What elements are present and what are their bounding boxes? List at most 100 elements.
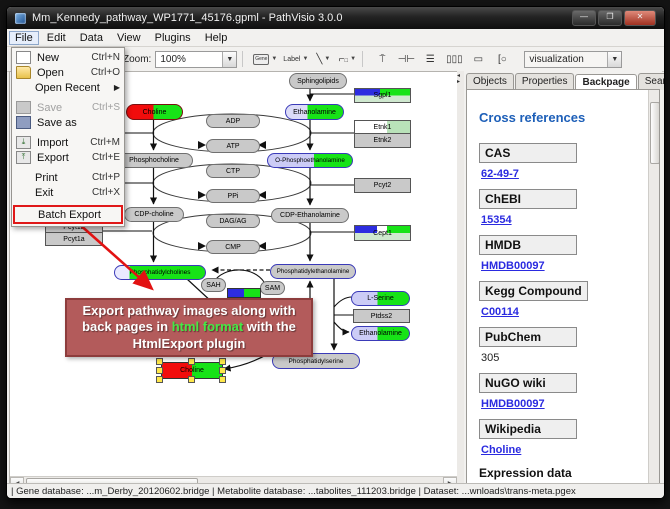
submenu-arrow-icon: ▶ <box>114 83 120 92</box>
file-menu-exit[interactable]: Exit Ctrl+X <box>12 185 124 200</box>
splitter-grip-icon[interactable]: ◂▸ <box>457 73 460 85</box>
zoom-dropdown-icon[interactable]: ▼ <box>222 52 236 67</box>
panel-vscrollbar[interactable] <box>648 90 659 485</box>
file-menu-open-recent[interactable]: Open Recent ▶ <box>12 80 124 95</box>
line-tool-button[interactable]: ╲▼ <box>313 50 333 69</box>
node-cmp[interactable]: CMP <box>206 240 260 254</box>
node-sam[interactable]: SAM <box>260 281 285 295</box>
gene-etnk2[interactable]: Etnk2 <box>354 133 411 148</box>
xref-link-kegg[interactable]: C00114 <box>481 306 519 318</box>
gene-pcyt2[interactable]: Pcyt2 <box>354 178 411 193</box>
node-cdp-ethanolamine[interactable]: CDP-Ethanolamine <box>271 208 349 223</box>
distribute-vertical-button[interactable]: ▯▯▯ <box>444 50 464 69</box>
xref-link-chebi[interactable]: 15354 <box>481 214 512 226</box>
xref-link-wikipedia[interactable]: Choline <box>481 444 521 456</box>
selection-handle[interactable] <box>156 376 163 383</box>
gene-cept1[interactable]: Cept1 <box>354 225 411 241</box>
connector-tool-icon: ⌐□ <box>339 54 348 65</box>
export-icon: ⤒ <box>16 151 31 164</box>
node-ethanolamine-bottom[interactable]: Ethanolamine <box>351 326 410 341</box>
template-button[interactable]: [○ <box>492 50 512 69</box>
selection-handle[interactable] <box>219 376 226 383</box>
gene-pcyt1a[interactable]: Pcyt1a <box>45 232 103 246</box>
file-menu-save[interactable]: Save Ctrl+S <box>12 100 124 115</box>
zoom-label: Zoom: <box>123 54 151 65</box>
distribute-horizontal-button[interactable]: ☰ <box>420 50 440 69</box>
node-ethanolamine[interactable]: Ethanolamine <box>285 104 344 120</box>
node-atp[interactable]: ATP <box>206 139 260 153</box>
close-button[interactable]: ✕ <box>624 10 656 26</box>
node-choline[interactable]: Choline <box>126 104 183 120</box>
selection-handle[interactable] <box>188 376 195 383</box>
node-l-serine[interactable]: L-Serine <box>351 291 410 306</box>
gene-sgpl1[interactable]: Sgpl1 <box>354 88 411 103</box>
connector-tool-button[interactable]: ⌐□▼ <box>337 50 357 69</box>
menu-bar: File Edit Data View Plugins Help <box>7 29 664 47</box>
file-menu-save-as[interactable]: Save as <box>12 115 124 130</box>
backpage-panel: Cross references CAS 62-49-7 ChEBI 15354… <box>466 89 660 486</box>
node-cdp-choline[interactable]: CDP-choline <box>124 207 184 222</box>
common-size-button[interactable]: ▭ <box>468 50 488 69</box>
gene-ptdss2[interactable]: Ptdss2 <box>353 309 410 323</box>
label-tool-button[interactable]: Label▼ <box>282 50 309 69</box>
gene-etnk1[interactable]: Etnk1 <box>354 120 411 135</box>
file-menu-batch-export[interactable]: Batch Export <box>15 207 121 222</box>
panel-splitter[interactable]: ◂▸ <box>457 71 464 488</box>
zoom-combobox[interactable]: 100% ▼ <box>155 51 237 68</box>
screenshot-stage: Mm_Kennedy_pathway_WP1771_45176.gpml - P… <box>0 0 670 509</box>
file-menu-open[interactable]: Open Ctrl+O <box>12 65 124 80</box>
visualization-dropdown-icon[interactable]: ▼ <box>607 52 621 67</box>
align-center-y-icon: ⊣⊢ <box>398 54 415 65</box>
selection-handle[interactable] <box>219 358 226 365</box>
file-menu-import[interactable]: ⤓ Import Ctrl+M <box>12 135 124 150</box>
callout-highlight: html format <box>172 319 244 334</box>
node-phosphatidylcholines[interactable]: Phosphatidylcholines <box>114 265 206 280</box>
annotation-callout: Export pathway images along with back pa… <box>65 298 313 357</box>
node-adp[interactable]: ADP <box>206 114 260 128</box>
selection-handle[interactable] <box>188 358 195 365</box>
open-folder-icon <box>16 66 31 79</box>
panel-vscroll-thumb[interactable] <box>650 102 660 164</box>
tab-search[interactable]: Search <box>638 73 665 90</box>
xref-db-name: HMDB <box>479 235 577 255</box>
new-file-icon <box>16 51 31 64</box>
app-icon <box>15 13 26 24</box>
menu-file[interactable]: File <box>9 31 39 45</box>
tab-properties[interactable]: Properties <box>515 73 575 90</box>
selection-handle[interactable] <box>156 367 163 374</box>
node-phosphatidylethanolamine[interactable]: Phosphatidylethanolamine <box>270 264 356 279</box>
node-sah[interactable]: SAH <box>201 278 226 292</box>
file-menu-print[interactable]: Print Ctrl+P <box>12 170 124 185</box>
xref-db-name: Kegg Compound <box>479 281 588 301</box>
line-tool-icon: ╲ <box>316 54 322 65</box>
node-dag[interactable]: DAG/AG <box>206 214 260 228</box>
node-choline-selected[interactable]: Choline <box>161 362 223 379</box>
node-ctp[interactable]: CTP <box>206 164 260 178</box>
selection-handle[interactable] <box>219 367 226 374</box>
menu-data[interactable]: Data <box>74 31 109 45</box>
menu-help[interactable]: Help <box>199 31 234 45</box>
tab-objects[interactable]: Objects <box>466 73 514 90</box>
file-menu-export[interactable]: ⤒ Export Ctrl+E <box>12 150 124 165</box>
xref-link-nugo[interactable]: HMDB00097 <box>481 398 545 410</box>
selection-handle[interactable] <box>156 358 163 365</box>
menu-edit[interactable]: Edit <box>41 31 72 45</box>
align-center-x-button[interactable]: ⍑ <box>372 50 392 69</box>
menu-plugins[interactable]: Plugins <box>149 31 197 45</box>
node-ppi[interactable]: PPi <box>206 189 260 203</box>
gene-pemt-partial[interactable] <box>227 288 261 298</box>
maximize-button[interactable]: ❐ <box>598 10 622 26</box>
title-bar[interactable]: Mm_Kennedy_pathway_WP1771_45176.gpml - P… <box>7 7 664 29</box>
node-phosphocholine[interactable]: Phosphocholine <box>115 153 193 168</box>
datanode-tool-button[interactable]: Gene▼ <box>252 50 278 69</box>
menu-view[interactable]: View <box>111 31 147 45</box>
cross-references-heading: Cross references <box>479 110 649 125</box>
node-sphingolipids[interactable]: Sphingolipids <box>289 73 347 89</box>
visualization-combobox[interactable]: visualization ▼ <box>524 51 622 68</box>
xref-link-cas[interactable]: 62-49-7 <box>481 168 519 180</box>
xref-link-hmdb[interactable]: HMDB00097 <box>481 260 545 272</box>
node-o-phosphoethanolamine[interactable]: O-Phosphoethanolamine <box>267 153 353 168</box>
minimize-button[interactable]: — <box>572 10 596 26</box>
align-center-y-button[interactable]: ⊣⊢ <box>396 50 416 69</box>
file-menu-new[interactable]: New Ctrl+N <box>12 50 124 65</box>
